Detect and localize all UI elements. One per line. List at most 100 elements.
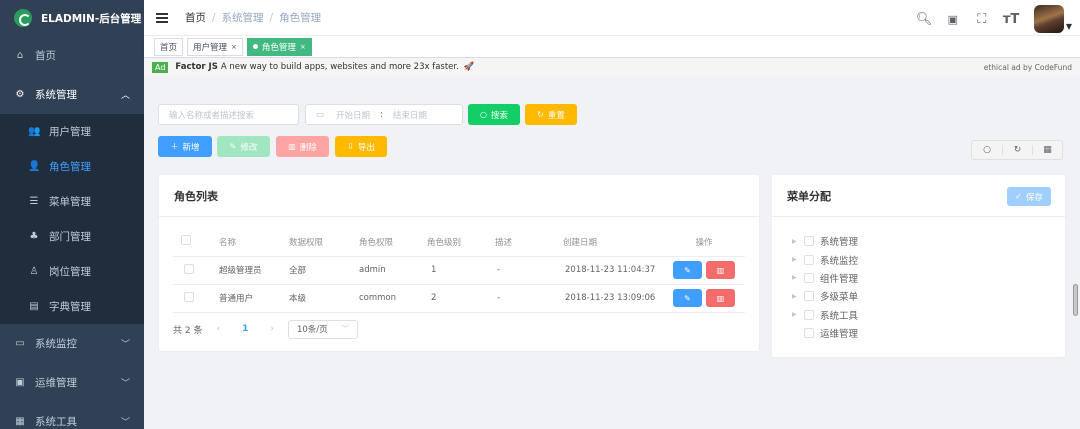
sidebar-item-roles[interactable]: 👤 角色管理 (0, 149, 144, 184)
caret-right-icon[interactable]: ▶ (792, 293, 804, 300)
breadcrumb-separator: / (269, 12, 274, 24)
sidebar-item-jobs[interactable]: ♙ 岗位管理 (0, 254, 144, 289)
sidebar-item-home[interactable]: ⌂ 首页 (0, 36, 144, 75)
tag-roles[interactable]: 角色管理 × (246, 37, 312, 56)
breadcrumb-home[interactable]: 首页 (185, 12, 206, 24)
ad-banner[interactable]: Ad Factor JS A new way to build apps, we… (144, 58, 1080, 76)
page-size-value: 10条/页 (296, 325, 328, 335)
close-icon[interactable]: × (231, 43, 237, 51)
close-icon[interactable]: × (300, 43, 306, 51)
table-row[interactable]: 超级管理员 全部 admin 1 - 2018-11-23 11:04:37 ✎… (173, 256, 745, 285)
toggle-search-icon[interactable]: ○ (972, 145, 1002, 155)
tree-node-label: 运维管理 (820, 329, 859, 341)
next-page-icon[interactable]: › (270, 324, 274, 334)
sidebar-item-users[interactable]: 👥 用户管理 (0, 114, 144, 149)
tree-checkbox[interactable] (804, 272, 814, 283)
row-checkbox[interactable] (184, 291, 194, 302)
save-button[interactable]: ✓ 保存 (1007, 187, 1051, 206)
sidebar-item-label: 运维管理 (35, 377, 77, 389)
sidebar-item-menus[interactable]: ☰ 菜单管理 (0, 184, 144, 219)
menu-assign-card: 菜单分配 ✓ 保存 ▶ 系统管理 ▶ 系统监控 ▶ 组件管理 ▶ 多级菜单 ▶ 系统工具 运… (771, 174, 1066, 358)
edit-icon: ✎ (684, 265, 691, 275)
menu-assign-header: 菜单分配 ✓ 保存 (772, 175, 1065, 217)
sidebar-item-system[interactable]: ⚙ 系统管理 ︿ (0, 75, 144, 114)
prev-page-icon[interactable]: ‹ (216, 324, 220, 334)
sidebar-item-tools[interactable]: ▦ 系统工具 ﹀ (0, 402, 144, 429)
fullscreen-icon[interactable]: ⛶ (974, 12, 990, 27)
dashboard-icon: ⌂ (16, 50, 24, 61)
search-input[interactable]: 输入名称或者描述搜索 (158, 104, 299, 125)
page-size-select[interactable]: 10条/页 ﹀ (287, 319, 358, 339)
search-icon[interactable]: 🔍︎ (916, 12, 933, 27)
chevron-down-icon: ﹀ (120, 418, 130, 428)
refresh-icon[interactable]: ↻ (1002, 145, 1032, 155)
col-desc: 描述 (495, 228, 563, 257)
sidebar-item-depts[interactable]: ♣ 部门管理 (0, 219, 144, 254)
menu-list-icon: ☰ (29, 196, 39, 207)
app-logo[interactable]: ELADMIN-后台管理 (0, 0, 144, 36)
page-number[interactable]: 1 (242, 324, 248, 334)
reset-button[interactable]: ↻ 重置 (525, 104, 577, 125)
tree-checkbox[interactable] (804, 309, 814, 320)
search-button[interactable]: ○ 搜索 (468, 104, 520, 125)
tree-checkbox[interactable] (804, 254, 814, 265)
tag-label: 首页 (160, 42, 178, 53)
export-button-label: 导出 (357, 142, 375, 153)
tree-checkbox[interactable] (804, 291, 814, 302)
select-all-checkbox[interactable] (181, 235, 191, 246)
col-permission: 角色权限 (359, 228, 427, 257)
scrollbar-thumb[interactable] (1073, 284, 1078, 316)
role-icon: 👤 (28, 161, 41, 172)
edit-button[interactable]: ✎ 修改 (217, 136, 270, 157)
download-icon: ⇩ (347, 142, 354, 151)
caret-down-icon[interactable]: ▼ (1066, 22, 1072, 31)
sidebar-item-dict[interactable]: ▤ 字典管理 (0, 289, 144, 324)
tree-node[interactable]: 运维管理 (792, 324, 1065, 342)
caret-right-icon[interactable]: ▶ (792, 274, 804, 281)
app-title: ELADMIN-后台管理 (41, 12, 142, 25)
monitor-icon: ▭ (15, 338, 25, 349)
delete-button[interactable]: ▥ 删除 (276, 136, 329, 157)
tag-home[interactable]: 首页 (154, 37, 184, 56)
table-row[interactable]: 普通用户 本级 common 2 - 2018-11-23 13:09:06 ✎… (173, 284, 745, 313)
export-button[interactable]: ⇩ 导出 (335, 136, 387, 157)
tree-node[interactable]: ▶ 组件管理 (792, 269, 1065, 287)
ad-text[interactable]: A new way to build apps, websites and mo… (221, 62, 459, 72)
hamburger-icon[interactable] (156, 12, 168, 23)
caret-right-icon[interactable]: ▶ (792, 311, 804, 318)
sidebar-item-ops[interactable]: ▣ 运维管理 ﹀ (0, 363, 144, 402)
ad-attribution[interactable]: ethical ad by CodeFund (984, 63, 1072, 72)
col-level: 角色级别 (427, 228, 495, 257)
tree-node-label: 系统工具 (820, 310, 859, 322)
sidebar-item-label: 系统管理 (35, 89, 77, 101)
sidebar-item-monitor[interactable]: ▭ 系统监控 ﹀ (0, 324, 144, 363)
chevron-down-icon: ﹀ (341, 325, 349, 333)
tag-users[interactable]: 用户管理 × (187, 37, 243, 56)
row-edit-button[interactable]: ✎ (673, 261, 702, 279)
tree-checkbox[interactable] (804, 236, 814, 247)
tree-node[interactable]: ▶ 系统工具 (792, 306, 1065, 324)
font-size-icon[interactable]: тT (1003, 12, 1019, 27)
row-delete-button[interactable]: ▥ (706, 261, 735, 279)
date-range-picker[interactable]: ▭ 开始日期 : 结束日期 (305, 104, 463, 125)
tree-node[interactable]: ▶ 多级菜单 (792, 287, 1065, 305)
col-name: 名称 (219, 228, 289, 257)
caret-right-icon[interactable]: ▶ (792, 238, 804, 245)
row-delete-button[interactable]: ▥ (706, 289, 735, 307)
tree-node[interactable]: ▶ 系统管理 (792, 232, 1065, 250)
users-icon: 👥 (28, 126, 41, 137)
avatar[interactable] (1033, 5, 1064, 33)
trash-icon: ▥ (716, 293, 725, 303)
breadcrumb: 首页 / 系统管理 / 角色管理 (185, 10, 321, 25)
row-checkbox[interactable] (184, 263, 194, 274)
ad-brand[interactable]: Factor JS (175, 62, 217, 72)
tree-node[interactable]: ▶ 系统监控 (792, 250, 1065, 268)
row-edit-button[interactable]: ✎ (673, 289, 702, 307)
date-separator: : (380, 109, 383, 120)
github-icon[interactable]: ▣ (945, 13, 961, 26)
columns-icon[interactable]: ▦ (1032, 145, 1062, 155)
tree-checkbox[interactable] (804, 328, 814, 339)
position-icon: ♙ (29, 266, 39, 277)
caret-right-icon[interactable]: ▶ (792, 256, 804, 263)
add-button[interactable]: ＋新增 (158, 136, 212, 157)
